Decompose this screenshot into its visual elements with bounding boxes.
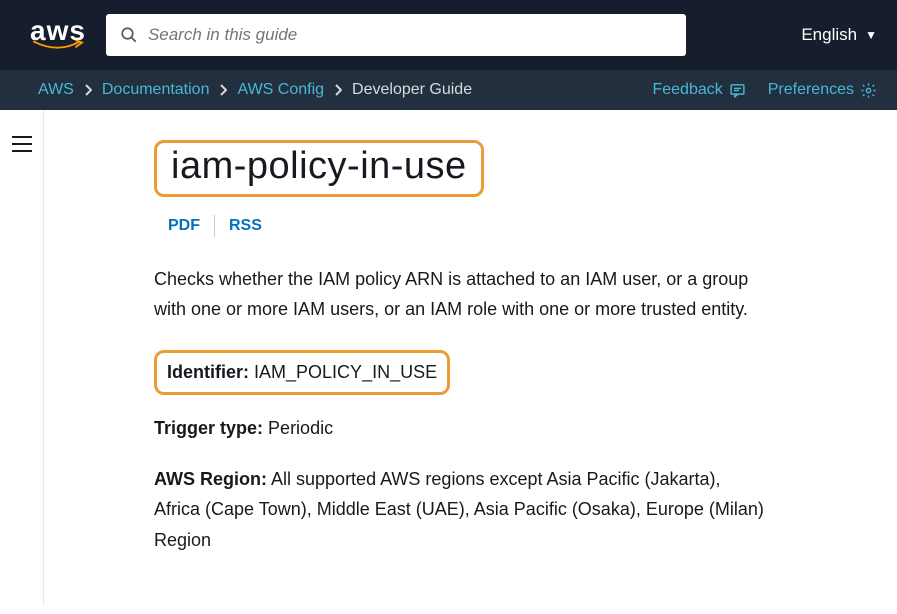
search-box[interactable] [106,14,686,56]
feedback-icon [729,82,746,99]
trigger-label: Trigger type: [154,418,263,438]
title-highlight-box: iam-policy-in-use [154,140,484,197]
description-text: Checks whether the IAM policy ARN is att… [154,265,764,324]
breadcrumb-bar: AWS Documentation AWS Config Developer G… [0,70,897,110]
language-label: English [801,25,857,45]
page-title: iam-policy-in-use [171,145,467,188]
preferences-label: Preferences [768,81,854,99]
preferences-link[interactable]: Preferences [768,81,877,99]
identifier-label: Identifier: [167,362,249,382]
content-row: iam-policy-in-use PDF RSS Checks whether… [0,110,897,605]
search-icon [120,26,138,44]
top-bar: aws English ▼ [0,0,897,70]
rss-link[interactable]: RSS [229,217,262,235]
identifier-highlight-box: Identifier: IAM_POLICY_IN_USE [154,350,450,395]
hamburger-icon[interactable] [12,136,32,152]
main-content: iam-policy-in-use PDF RSS Checks whether… [44,110,824,605]
chevron-right-icon [334,84,342,96]
format-links: PDF RSS [168,215,764,237]
separator [214,215,215,237]
trigger-value: Periodic [268,418,333,438]
region-field: AWS Region: All supported AWS regions ex… [154,464,764,556]
crumb-documentation[interactable]: Documentation [102,81,210,99]
identifier-value: IAM_POLICY_IN_USE [254,362,437,382]
caret-down-icon: ▼ [865,28,877,42]
sidebar-toggle-column [0,110,44,605]
nav-actions: Feedback Preferences [652,81,877,99]
language-selector[interactable]: English ▼ [801,25,877,45]
region-label: AWS Region: [154,469,267,489]
crumb-aws[interactable]: AWS [38,81,74,99]
feedback-link[interactable]: Feedback [652,81,745,99]
gear-icon [860,82,877,99]
aws-smile-icon [31,40,85,52]
crumb-developer-guide: Developer Guide [352,81,472,99]
chevron-right-icon [84,84,92,96]
chevron-right-icon [219,84,227,96]
crumb-aws-config[interactable]: AWS Config [237,81,324,99]
aws-logo[interactable]: aws [30,18,86,51]
feedback-label: Feedback [652,81,722,99]
search-input[interactable] [148,25,672,45]
trigger-field: Trigger type: Periodic [154,413,764,444]
pdf-link[interactable]: PDF [168,217,200,235]
